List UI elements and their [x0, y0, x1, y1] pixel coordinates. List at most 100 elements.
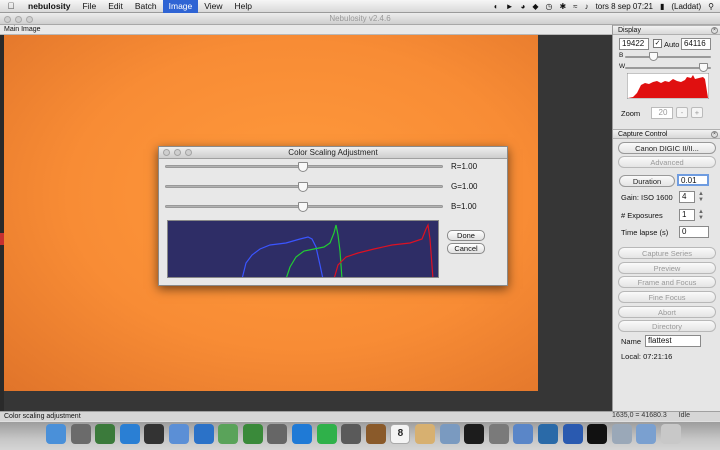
capture-header-label: Capture Control — [618, 131, 668, 138]
zoom-out-button[interactable]: - — [676, 107, 688, 118]
nebula-icon[interactable] — [587, 424, 608, 444]
menu-file[interactable]: File — [77, 0, 103, 13]
gain-field[interactable]: 4 — [679, 191, 695, 203]
minimize-window-icon[interactable] — [15, 16, 22, 23]
duration-field[interactable]: 0.01 — [677, 174, 709, 186]
facetime-icon[interactable] — [242, 424, 263, 444]
timelapse-field[interactable]: 0 — [679, 226, 709, 238]
close-window-icon[interactable] — [4, 16, 11, 23]
status-text: Color scaling adjustment — [4, 413, 81, 420]
dialog-minimize-icon[interactable] — [174, 149, 181, 156]
capture-close-icon[interactable]: × — [711, 131, 718, 138]
advanced-button[interactable]: Advanced — [618, 156, 716, 168]
local-time: Local: 07:21:16 — [621, 352, 673, 361]
camera-icon[interactable] — [267, 424, 288, 444]
headphones-icon[interactable]: ◕ — [520, 2, 525, 11]
bluetooth-icon[interactable]: ✱ — [559, 2, 566, 11]
g-slider-knob[interactable] — [298, 182, 308, 192]
battery-status[interactable]: (Laddat) — [671, 2, 701, 11]
menu-edit[interactable]: Edit — [102, 0, 129, 13]
zoom-in-button[interactable]: + — [691, 107, 703, 118]
preview-icon[interactable] — [439, 424, 460, 444]
tool-icon[interactable] — [488, 424, 509, 444]
mail-icon[interactable] — [169, 424, 189, 444]
menubar-clock[interactable]: tors 8 sep 07:21 — [596, 2, 653, 11]
speaker-icon[interactable]: ♪ — [585, 2, 589, 11]
w-slider-knob[interactable] — [699, 63, 708, 72]
abort-button[interactable]: Abort — [618, 306, 716, 318]
color-histogram — [167, 220, 439, 278]
imac-icon[interactable] — [513, 424, 534, 444]
spotlight-icon[interactable]: ⚲ — [708, 2, 714, 11]
status-idle: Idle — [678, 412, 690, 419]
r-slider-knob[interactable] — [298, 162, 308, 172]
directory-button[interactable]: Directory — [618, 320, 716, 332]
auto-checkbox[interactable]: ✓ — [653, 39, 662, 48]
menu-image[interactable]: Image — [162, 0, 199, 13]
name-field[interactable]: flattest — [645, 335, 701, 347]
frame-focus-button[interactable]: Frame and Focus — [618, 276, 716, 288]
b-slider-track[interactable] — [625, 56, 711, 58]
capture-header: Capture Control × — [613, 129, 720, 139]
notes-icon[interactable] — [415, 424, 435, 444]
zoom-field[interactable]: 20 — [651, 107, 673, 119]
menu-batch[interactable]: Batch — [129, 0, 163, 13]
app-icon[interactable] — [70, 424, 91, 444]
cancel-button[interactable]: Cancel — [447, 243, 485, 254]
photoshop-icon[interactable] — [562, 424, 583, 444]
zoom-window-icon[interactable] — [26, 16, 33, 23]
menu-view[interactable]: View — [198, 0, 228, 13]
dialog-close-icon[interactable] — [163, 149, 170, 156]
dropbox-icon[interactable]: ◆ — [532, 2, 538, 11]
exposures-stepper[interactable]: ▲ ▼ — [698, 209, 704, 221]
gain-stepper[interactable]: ▲ ▼ — [698, 191, 704, 203]
preview-button[interactable]: Preview — [618, 262, 716, 274]
capture-series-button[interactable]: Capture Series — [618, 247, 716, 259]
calendar-icon[interactable]: 8 — [390, 424, 411, 444]
duration-select[interactable]: Duration — [619, 175, 675, 187]
black-point-field[interactable]: 19422 — [619, 38, 649, 50]
white-point-field[interactable]: 64116 — [681, 38, 711, 50]
menu-app-name[interactable]: nebulosity — [22, 0, 77, 13]
b-slider-knob[interactable] — [649, 52, 658, 61]
trash-icon[interactable] — [661, 424, 681, 444]
calendar-day: 8 — [397, 428, 404, 439]
clock-icon[interactable] — [144, 424, 165, 444]
photo-icon[interactable] — [95, 424, 116, 444]
red-curve — [333, 223, 434, 277]
downloads-icon[interactable] — [611, 424, 632, 444]
fine-focus-button[interactable]: Fine Focus — [618, 291, 716, 303]
apple-icon[interactable]:  — [0, 1, 22, 11]
wifi-icon[interactable]: ≈ — [573, 2, 577, 11]
dialog-titlebar: Color Scaling Adjustment — [159, 147, 507, 159]
folder-icon[interactable] — [636, 424, 657, 444]
display-header: Display × — [613, 25, 720, 35]
terminal-icon[interactable] — [464, 424, 485, 444]
duration-select-value: Duration — [632, 177, 662, 186]
dock: 8 — [0, 421, 720, 450]
b-slider-knob-dialog[interactable] — [298, 202, 308, 212]
display-histogram — [627, 73, 709, 99]
gain-label: Gain: ISO 1600 — [621, 193, 673, 202]
finder-icon[interactable] — [46, 424, 66, 444]
safari-icon[interactable] — [119, 424, 140, 444]
itunes-icon[interactable] — [292, 424, 312, 444]
movie-icon[interactable] — [365, 424, 386, 444]
volume-mute-icon[interactable]: ► — [506, 2, 514, 11]
android-icon[interactable] — [218, 424, 239, 444]
dialog-zoom-icon[interactable] — [185, 149, 192, 156]
iphoto-icon[interactable] — [341, 424, 362, 444]
compass-icon[interactable] — [193, 424, 214, 444]
timemachine-icon[interactable]: ◷ — [545, 2, 552, 11]
done-button[interactable]: Done — [447, 230, 485, 241]
display-close-icon[interactable]: × — [711, 27, 718, 34]
b-value-label: B=1.00 — [451, 202, 477, 211]
spotify-icon[interactable] — [316, 424, 337, 444]
menubar:  nebulosity File Edit Batch Image View … — [0, 0, 720, 13]
network-icon[interactable] — [538, 424, 558, 444]
exposures-field[interactable]: 1 — [679, 209, 695, 221]
menu-help[interactable]: Help — [229, 0, 258, 13]
camera-select[interactable]: Canon DIGIC II/II... — [618, 142, 716, 154]
status-icon-1[interactable]: ◐ — [494, 2, 499, 11]
battery-icon[interactable]: ▮ — [660, 2, 664, 11]
